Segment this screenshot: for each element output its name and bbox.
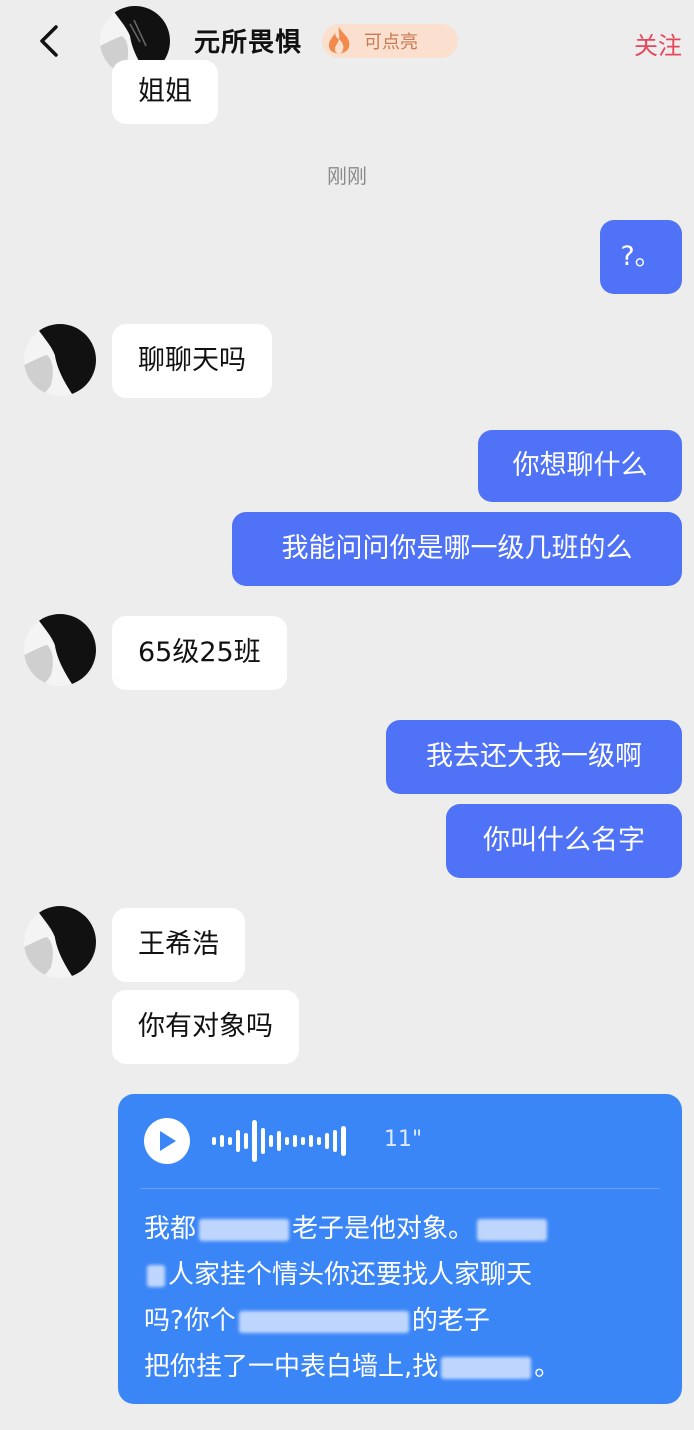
waveform-icon bbox=[212, 1120, 346, 1162]
received-message: 你有对象吗 bbox=[112, 990, 299, 1064]
play-button[interactable] bbox=[144, 1118, 190, 1164]
redacted-block bbox=[238, 1310, 409, 1333]
message-text: ?。 bbox=[620, 241, 662, 273]
message-text: 我去还大我一级啊 bbox=[426, 741, 642, 773]
message-text: 姐姐 bbox=[138, 76, 192, 108]
follow-button[interactable]: 关注 bbox=[634, 26, 682, 61]
transcript-line: 吗?你个 的老子 bbox=[144, 1298, 664, 1344]
timestamp: 刚刚 bbox=[327, 164, 367, 188]
received-message: 65级25班 bbox=[112, 616, 287, 690]
message-text: 我能问问你是哪一级几班的么 bbox=[281, 533, 633, 565]
badge-label: 可点亮 bbox=[364, 32, 418, 53]
transcript-line: 人家挂个情头你还要找人家聊天 bbox=[144, 1252, 664, 1298]
chat-header: 元所畏惧 可点亮 关注 bbox=[0, 0, 694, 86]
contact-name: 元所畏惧 bbox=[194, 28, 303, 58]
message-text: 王希浩 bbox=[138, 929, 219, 961]
streak-badge[interactable]: 可点亮 bbox=[322, 24, 458, 58]
message-text: 65级25班 bbox=[138, 637, 261, 669]
transcript-text: 。 bbox=[534, 1352, 561, 1382]
transcript-text: 人家挂个情头你还要找人家聊天 bbox=[168, 1260, 533, 1290]
received-message: 姐姐 bbox=[112, 60, 218, 124]
voice-transcript: 我都 老子是他对象。 人家挂个情头你还要找人家聊天 吗?你个 的老子 把你挂了一中表… bbox=[144, 1206, 664, 1390]
sent-message: 我去还大我一级啊 bbox=[386, 720, 682, 794]
play-icon bbox=[160, 1131, 176, 1151]
message-text: 你想聊什么 bbox=[512, 450, 648, 482]
sent-message: 你叫什么名字 bbox=[446, 804, 682, 878]
redacted-block bbox=[477, 1218, 548, 1241]
redacted-block bbox=[147, 1264, 165, 1287]
transcript-text: 吗?你个 bbox=[144, 1306, 236, 1336]
transcript-text: 的老子 bbox=[411, 1306, 490, 1336]
received-message: 聊聊天吗 bbox=[112, 324, 272, 398]
fire-icon bbox=[322, 24, 356, 58]
voice-duration: 11" bbox=[384, 1127, 423, 1152]
back-button[interactable] bbox=[32, 24, 66, 58]
sent-message: ?。 bbox=[600, 220, 682, 294]
transcript-text: 老子是他对象。 bbox=[292, 1214, 475, 1244]
divider bbox=[140, 1188, 660, 1189]
transcript-line: 把你挂了一中表白墙上,找 。 bbox=[144, 1344, 664, 1390]
sender-avatar[interactable] bbox=[24, 906, 96, 978]
message-text: 你叫什么名字 bbox=[483, 825, 645, 857]
sender-avatar[interactable] bbox=[24, 324, 96, 396]
sent-message: 你想聊什么 bbox=[478, 430, 682, 502]
transcript-text: 我都 bbox=[144, 1214, 197, 1244]
received-message: 王希浩 bbox=[112, 908, 245, 982]
message-text: 你有对象吗 bbox=[138, 1011, 273, 1043]
sender-avatar[interactable] bbox=[24, 614, 96, 686]
sent-message: 我能问问你是哪一级几班的么 bbox=[232, 512, 682, 586]
message-text: 聊聊天吗 bbox=[138, 345, 246, 377]
redacted-block bbox=[441, 1356, 532, 1379]
redacted-block bbox=[199, 1218, 290, 1241]
transcript-text: 把你挂了一中表白墙上,找 bbox=[144, 1352, 439, 1382]
transcript-line: 我都 老子是他对象。 bbox=[144, 1206, 664, 1252]
voice-message[interactable]: 11" 我都 老子是他对象。 人家挂个情头你还要找人家聊天 吗?你个 的老子 把你挂… bbox=[118, 1094, 682, 1404]
chevron-left-icon bbox=[40, 25, 58, 57]
